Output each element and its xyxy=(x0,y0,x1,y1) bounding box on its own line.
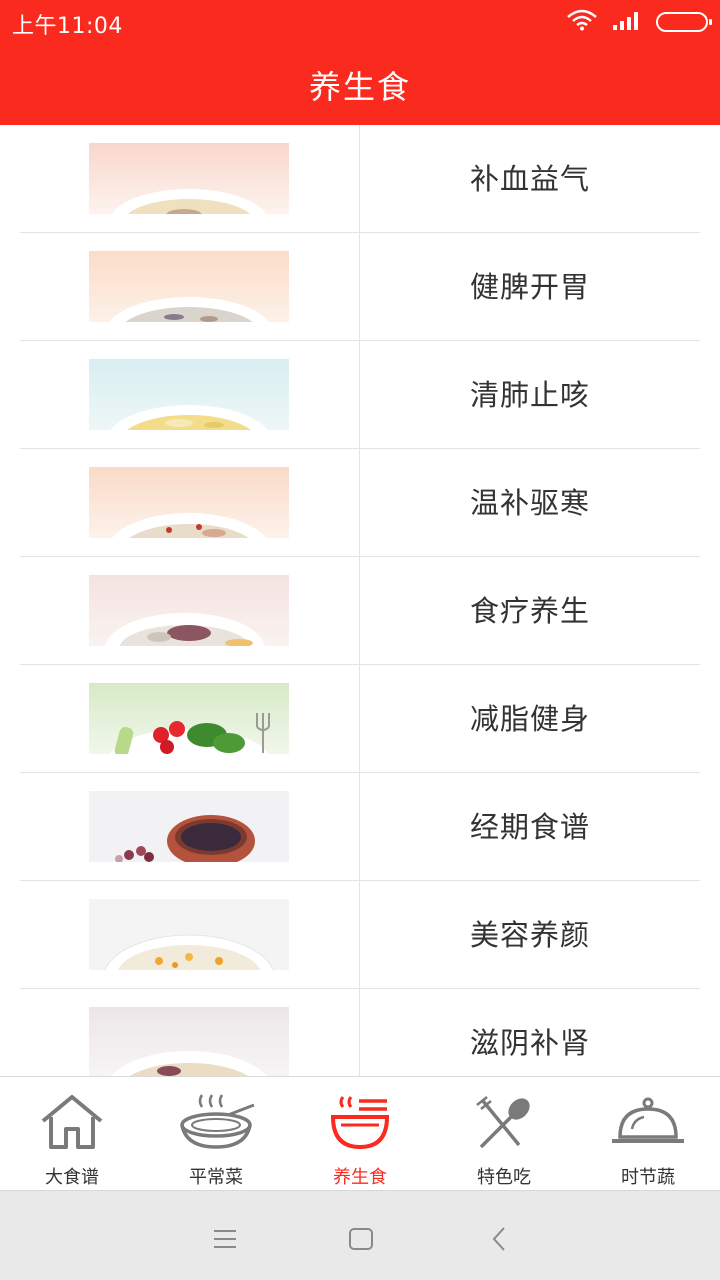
status-icons xyxy=(566,9,712,35)
wifi-icon xyxy=(566,9,598,35)
page-title: 养生食 xyxy=(308,67,411,106)
nav-label: 平常菜 xyxy=(189,1167,243,1188)
nav-tab-specialty[interactable]: 特色吃 xyxy=(432,1077,576,1190)
bottom-nav: 大食谱 平常菜 养生食 特色吃 时节蔬 xyxy=(0,1076,720,1190)
noodle-bowl-icon xyxy=(180,1094,255,1149)
category-label[interactable]: 美容养颜 xyxy=(360,881,700,989)
nav-tab-health-food[interactable]: 养生食 xyxy=(288,1077,432,1190)
category-label[interactable]: 温补驱寒 xyxy=(360,449,700,557)
system-nav-bar xyxy=(0,1190,720,1280)
list-item[interactable]: 食疗养生 xyxy=(20,557,700,665)
category-label[interactable]: 减脂健身 xyxy=(360,665,700,773)
nav-tab-everyday[interactable]: 平常菜 xyxy=(144,1077,288,1190)
category-image xyxy=(89,467,289,538)
category-label[interactable]: 补血益气 xyxy=(360,125,700,233)
category-image xyxy=(89,899,289,970)
list-item[interactable]: 清肺止咳 xyxy=(20,341,700,449)
list-item[interactable]: 美容养颜 xyxy=(20,881,700,989)
category-list[interactable]: 补血益气 健脾开胃 清肺止咳 温补驱寒 食疗养生 减脂健身 经期食谱 美容养颜 … xyxy=(0,125,720,1076)
title-bar: 养生食 xyxy=(0,44,720,125)
category-label[interactable]: 经期食谱 xyxy=(360,773,700,881)
nav-label: 大食谱 xyxy=(45,1167,99,1188)
home-square-icon[interactable] xyxy=(341,1219,381,1259)
cloche-icon xyxy=(612,1097,684,1143)
category-label[interactable]: 食疗养生 xyxy=(360,557,700,665)
status-bar: 上午11:04 xyxy=(0,0,720,44)
list-item[interactable]: 滋阴补肾 xyxy=(20,989,700,1076)
list-item[interactable]: 减脂健身 xyxy=(20,665,700,773)
soup-bowl-icon xyxy=(331,1096,389,1150)
nav-tab-recipes[interactable]: 大食谱 xyxy=(0,1077,144,1190)
fork-spoon-icon xyxy=(476,1096,530,1149)
category-image xyxy=(89,791,289,862)
nav-tab-seasonal[interactable]: 时节蔬 xyxy=(576,1077,720,1190)
status-time: 上午11:04 xyxy=(12,14,123,39)
category-label[interactable]: 健脾开胃 xyxy=(360,233,700,341)
category-image xyxy=(89,359,289,430)
list-item[interactable]: 健脾开胃 xyxy=(20,233,700,341)
category-label[interactable]: 滋阴补肾 xyxy=(360,989,700,1076)
category-image xyxy=(89,143,289,214)
category-image xyxy=(89,1007,289,1076)
signal-icon xyxy=(612,9,642,35)
nav-label: 时节蔬 xyxy=(621,1167,675,1188)
nav-label: 特色吃 xyxy=(477,1167,531,1188)
list-item[interactable]: 经期食谱 xyxy=(20,773,700,881)
battery-icon xyxy=(656,12,712,32)
category-label[interactable]: 清肺止咳 xyxy=(360,341,700,449)
category-image xyxy=(89,575,289,646)
home-icon xyxy=(41,1095,103,1149)
category-image xyxy=(89,251,289,322)
category-image xyxy=(89,683,289,754)
nav-label: 养生食 xyxy=(333,1167,387,1188)
back-icon[interactable] xyxy=(479,1219,519,1259)
list-item[interactable]: 补血益气 xyxy=(20,125,700,233)
menu-icon[interactable] xyxy=(205,1219,245,1259)
list-item[interactable]: 温补驱寒 xyxy=(20,449,700,557)
